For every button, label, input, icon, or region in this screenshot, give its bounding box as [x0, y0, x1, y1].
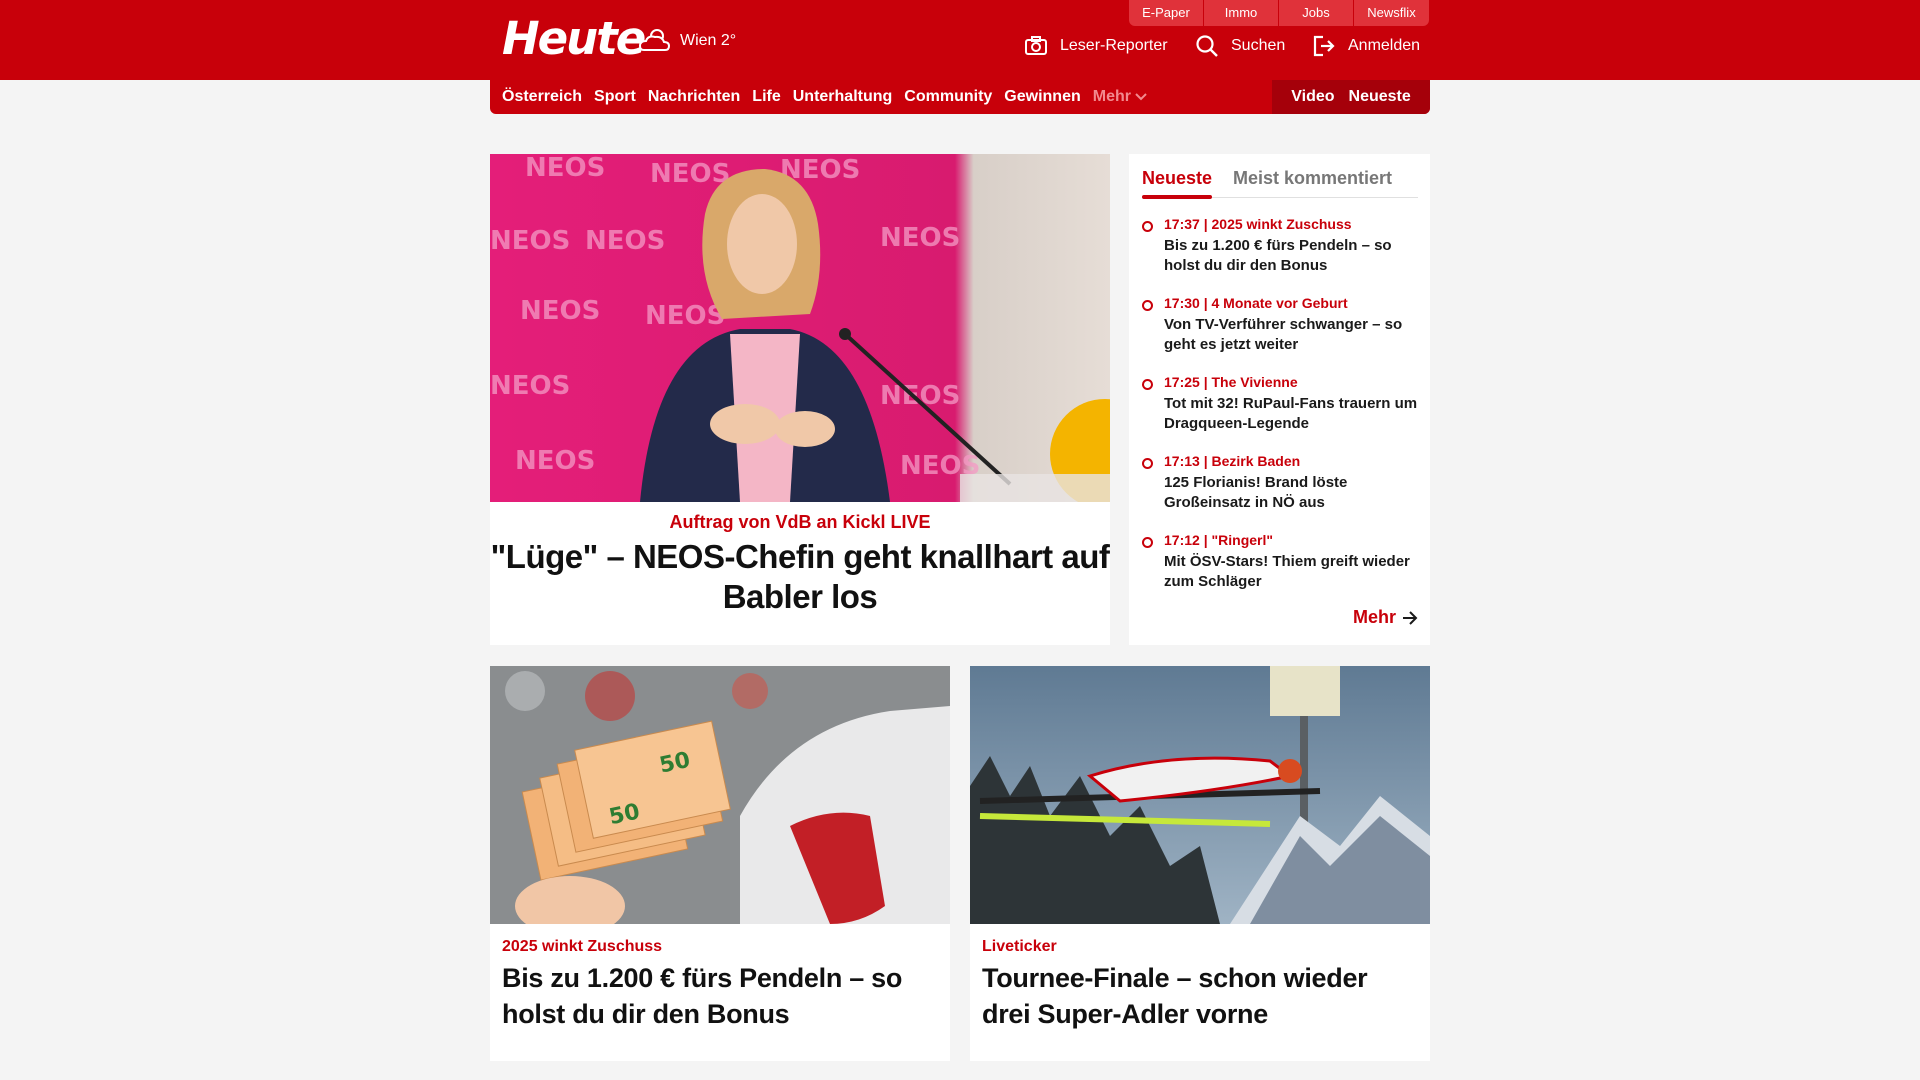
site-header: Heute Wien 2° E-Paper Immo Jobs Newsflix… [0, 0, 1920, 80]
card-headline[interactable]: Tournee-Finale – schon wieder drei Super… [982, 960, 1412, 1032]
leser-reporter-label: Leser-Reporter [1060, 37, 1168, 54]
nav-more-dropdown[interactable]: Mehr [1093, 88, 1147, 106]
svg-text:NEOS: NEOS [880, 381, 960, 411]
card-kicker: 2025 winkt Zuschuss [502, 938, 663, 955]
login-label: Anmelden [1348, 37, 1421, 54]
nav-item-video[interactable]: Video [1291, 88, 1334, 106]
card-image-ski-jump [970, 666, 1430, 924]
feed-item-title[interactable]: Bis zu 1.200 € fürs Pendeln – so holst d… [1164, 236, 1419, 276]
article-card[interactable]: 50 50 2025 winkt Zuschuss Bis zu 1.200 €… [490, 666, 950, 1061]
svg-text:NEOS: NEOS [645, 301, 725, 331]
timeline-dot [1142, 221, 1153, 232]
feed-item[interactable]: 17:13 | Bezirk Baden 125 Florianis! Bran… [1129, 451, 1430, 530]
login-icon [1313, 35, 1335, 57]
svg-text:NEOS: NEOS [650, 159, 730, 189]
search-icon [1196, 35, 1218, 57]
article-card[interactable]: Liveticker Tournee-Finale – schon wieder… [970, 666, 1430, 1061]
feed-item-meta: 17:30 | 4 Monate vor Geburt [1164, 295, 1348, 311]
tab-meist-kommentiert[interactable]: Meist kommentiert [1233, 168, 1392, 189]
weather-text: Wien 2° [680, 32, 737, 49]
nav-item-unterhaltung[interactable]: Unterhaltung [793, 88, 893, 106]
top-link-newsflix[interactable]: Newsflix [1354, 0, 1429, 26]
hero-image: NEOS NEOS NEOS NEOS NEOS NEOS NEOS NEOS … [490, 154, 1110, 502]
svg-text:NEOS: NEOS [585, 226, 665, 256]
hero-kicker: Auftrag von VdB an Kickl LIVE [669, 512, 931, 532]
sidebar-more-link[interactable]: Mehr [1353, 607, 1418, 628]
top-link-jobs[interactable]: Jobs [1279, 0, 1354, 26]
nav-right-group: Video Neueste [1272, 80, 1430, 114]
timeline-dot [1142, 300, 1153, 311]
tab-neueste[interactable]: Neueste [1142, 168, 1212, 189]
card-headline[interactable]: Bis zu 1.200 € fürs Pendeln – so holst d… [502, 960, 932, 1032]
heute-logo[interactable]: Heute [502, 12, 646, 65]
sidebar-tabs: Neueste Meist kommentiert [1142, 164, 1418, 199]
sidebar-more-label: Mehr [1352, 607, 1396, 627]
nav-item-sport[interactable]: Sport [594, 88, 636, 106]
hero-article[interactable]: NEOS NEOS NEOS NEOS NEOS NEOS NEOS NEOS … [490, 154, 1110, 645]
feed-item[interactable]: 17:25 | The Vivienne Tot mit 32! RuPaul-… [1129, 372, 1430, 451]
card-image-money: 50 50 [490, 666, 950, 924]
card-kicker: Liveticker [982, 938, 1057, 955]
feed-item[interactable]: 17:12 | "Ringerl" Mit ÖSV-Stars! Thiem g… [1129, 530, 1430, 609]
chevron-down-icon [1135, 93, 1147, 101]
feed-item-meta: 17:37 | 2025 winkt Zuschuss [1164, 216, 1352, 232]
active-tab-indicator [1142, 195, 1212, 199]
feed-item-title[interactable]: Tot mit 32! RuPaul-Fans trauern um Dragq… [1164, 394, 1419, 434]
main-nav: Österreich Sport Nachrichten Life Unterh… [490, 80, 1430, 114]
leser-reporter-button[interactable]: Leser-Reporter [1024, 34, 1168, 58]
nav-item-nachrichten[interactable]: Nachrichten [648, 88, 740, 106]
top-link-immo[interactable]: Immo [1204, 0, 1279, 26]
camera-icon [1025, 36, 1047, 55]
search-label: Suchen [1231, 37, 1286, 54]
feed-item-meta: 17:12 | "Ringerl" [1164, 532, 1274, 548]
top-link-epaper[interactable]: E-Paper [1129, 0, 1204, 26]
feed-item-title[interactable]: Von TV-Verführer schwanger – so geht es … [1164, 315, 1419, 355]
nav-item-life[interactable]: Life [752, 88, 780, 106]
hero-headline[interactable]: "Lüge" – NEOS-Chefin geht knallhart auf … [490, 537, 1110, 617]
svg-text:NEOS: NEOS [525, 154, 605, 183]
search-button[interactable]: Suchen [1195, 34, 1285, 58]
feed-item[interactable]: 17:37 | 2025 winkt Zuschuss Bis zu 1.200… [1129, 214, 1430, 293]
news-feed: 17:37 | 2025 winkt Zuschuss Bis zu 1.200… [1129, 214, 1430, 609]
nav-item-neueste[interactable]: Neueste [1349, 88, 1411, 106]
nav-item-oesterreich[interactable]: Österreich [502, 88, 582, 106]
timeline-dot [1142, 379, 1153, 390]
svg-text:NEOS: NEOS [515, 446, 595, 476]
weather-widget[interactable]: Wien 2° [638, 26, 736, 56]
nav-item-gewinnen[interactable]: Gewinnen [1004, 88, 1080, 106]
svg-text:NEOS: NEOS [520, 296, 600, 326]
feed-item-meta: 17:13 | Bezirk Baden [1164, 453, 1301, 469]
news-sidebar: Neueste Meist kommentiert 17:37 | 2025 w… [1129, 154, 1430, 645]
feed-item-title[interactable]: Mit ÖSV-Stars! Thiem greift wieder zum S… [1164, 552, 1419, 592]
arrow-right-icon [1403, 610, 1418, 625]
top-links: E-Paper Immo Jobs Newsflix [1129, 0, 1429, 26]
svg-text:NEOS: NEOS [490, 371, 570, 401]
weather-cloud-icon [638, 29, 671, 51]
login-button[interactable]: Anmelden [1312, 34, 1420, 58]
nav-more-label: Mehr [1092, 88, 1131, 105]
feed-item-meta: 17:25 | The Vivienne [1164, 374, 1298, 390]
nav-item-community[interactable]: Community [904, 88, 992, 106]
timeline-dot [1142, 458, 1153, 469]
svg-text:NEOS: NEOS [880, 223, 960, 253]
svg-text:NEOS: NEOS [490, 226, 570, 256]
feed-item[interactable]: 17:30 | 4 Monate vor Geburt Von TV-Verfü… [1129, 293, 1430, 372]
timeline-dot [1142, 537, 1153, 548]
feed-item-title[interactable]: 125 Florianis! Brand löste Großeinsatz i… [1164, 473, 1419, 513]
